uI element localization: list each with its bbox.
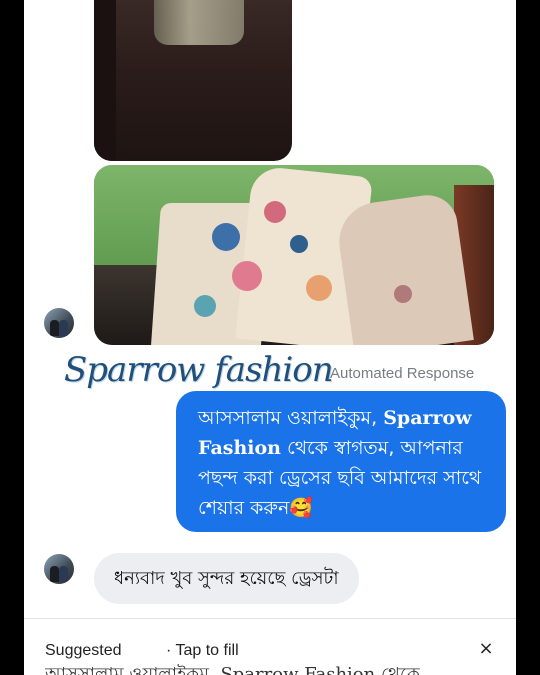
message-text: আসসালাম ওয়ালাইকুম, [198, 407, 384, 429]
shared-photo-1[interactable] [94, 0, 292, 161]
photo-edge [94, 0, 116, 161]
divider [24, 618, 516, 619]
automated-response-label: Automated Response [330, 365, 475, 382]
flower-pattern [290, 235, 308, 253]
brand-name: Sparrow fashion [64, 350, 334, 390]
suggested-reply[interactable]: আসসালাম ওয়ালাইকুম, Sparrow Fashion থেকে [45, 664, 485, 675]
incoming-message-bubble[interactable]: ধন্যবাদ খুব সুন্দর হয়েছে ড্রেসটা [94, 553, 359, 604]
dress-3 [334, 191, 474, 345]
flower-pattern [264, 201, 286, 223]
flower-pattern [212, 223, 240, 251]
photo-fabric [154, 0, 244, 45]
close-icon[interactable]: × [476, 638, 496, 660]
flower-pattern [232, 261, 262, 291]
suggested-label: Suggested [45, 642, 122, 659]
outgoing-message-bubble[interactable]: আসসালাম ওয়ালাইকুম, Sparrow Fashion থেকে… [176, 391, 506, 532]
contact-avatar[interactable] [44, 554, 74, 584]
flower-pattern [194, 295, 216, 317]
flower-pattern [394, 285, 412, 303]
shared-photo-2[interactable] [94, 165, 494, 345]
contact-avatar[interactable] [44, 308, 74, 338]
tap-to-fill-hint[interactable]: · Tap to fill [166, 642, 239, 660]
flower-pattern [306, 275, 332, 301]
chat-screen: Sparrow fashion Automated Response আসসাল… [24, 0, 516, 675]
